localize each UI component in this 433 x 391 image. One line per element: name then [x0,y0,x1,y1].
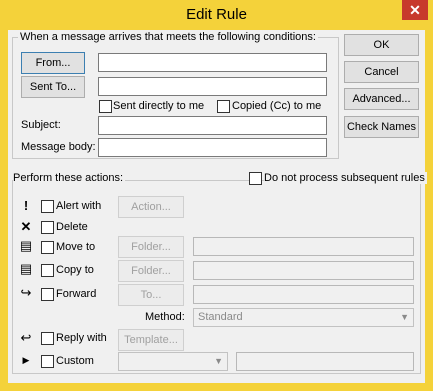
custom-dropdown[interactable]: ▼ [118,352,228,371]
action-button[interactable]: Action... [118,196,184,218]
custom-checkbox[interactable] [41,355,54,368]
forward-checkbox[interactable] [41,288,54,301]
forward-icon: ↪ [20,285,32,300]
alert-with-checkbox[interactable] [41,200,54,213]
delete-checkbox[interactable] [41,221,54,234]
message-body-field[interactable] [98,138,327,157]
template-button[interactable]: Template... [118,329,184,351]
chevron-down-icon: ▼ [214,356,223,366]
from-field[interactable] [98,53,327,72]
check-names-button[interactable]: Check Names [344,116,419,138]
move-folder-button[interactable]: Folder... [118,236,184,258]
message-body-label: Message body: [21,141,96,153]
do-not-process-label: Do not process subsequent rules [264,172,427,184]
forward-label: Forward [56,288,97,300]
sent-directly-label: Sent directly to me [113,100,205,112]
custom-label: Custom [56,355,94,367]
custom-field[interactable] [236,352,414,371]
exclamation-icon: ! [23,198,29,213]
copy-to-folder-icon: ▤ [19,261,33,276]
reply-with-checkbox[interactable] [41,332,54,345]
move-folder-field[interactable] [193,237,414,256]
sent-to-button[interactable]: Sent To... [21,76,85,98]
reply-with-label: Reply with [56,332,107,344]
copy-folder-field[interactable] [193,261,414,280]
alert-with-label: Alert with [56,200,102,212]
subject-field[interactable] [98,116,327,135]
dialog-title: Edit Rule [186,6,247,23]
reply-icon: ↩ [20,330,32,345]
sent-to-field[interactable] [98,77,327,96]
edit-rule-dialog: Edit Rule ✕ When a message arrives that … [0,0,433,391]
dialog-body: When a message arrives that meets the fo… [8,30,427,383]
subject-label: Subject: [21,119,61,131]
copy-to-label: Copy to [56,264,94,276]
advanced-button[interactable]: Advanced... [344,88,419,110]
move-to-folder-icon: ▤ [19,238,33,253]
to-button[interactable]: To... [118,284,184,306]
actions-legend: Perform these actions: [13,172,126,184]
copied-cc-checkbox[interactable] [217,100,230,113]
from-button[interactable]: From... [21,52,85,74]
move-to-checkbox[interactable] [41,241,54,254]
conditions-legend: When a message arrives that meets the fo… [18,31,318,43]
chevron-down-icon: ▼ [400,312,409,322]
copy-folder-button[interactable]: Folder... [118,260,184,282]
copied-cc-label: Copied (Cc) to me [232,100,322,112]
copy-to-checkbox[interactable] [41,264,54,277]
title-bar: Edit Rule ✕ [0,0,433,30]
sent-directly-checkbox[interactable] [99,100,112,113]
do-not-process-checkbox[interactable] [249,172,262,185]
cancel-button[interactable]: Cancel [344,61,419,83]
delete-label: Delete [56,221,88,233]
close-button[interactable]: ✕ [402,0,428,20]
method-dropdown[interactable]: Standard ▼ [193,308,414,327]
custom-triangle-icon: ▶ [22,355,30,365]
forward-to-field[interactable] [193,285,414,304]
delete-icon: ✕ [20,219,32,234]
move-to-label: Move to [56,241,96,253]
method-value: Standard [198,311,243,323]
ok-button[interactable]: OK [344,34,419,56]
method-label: Method: [145,311,185,323]
